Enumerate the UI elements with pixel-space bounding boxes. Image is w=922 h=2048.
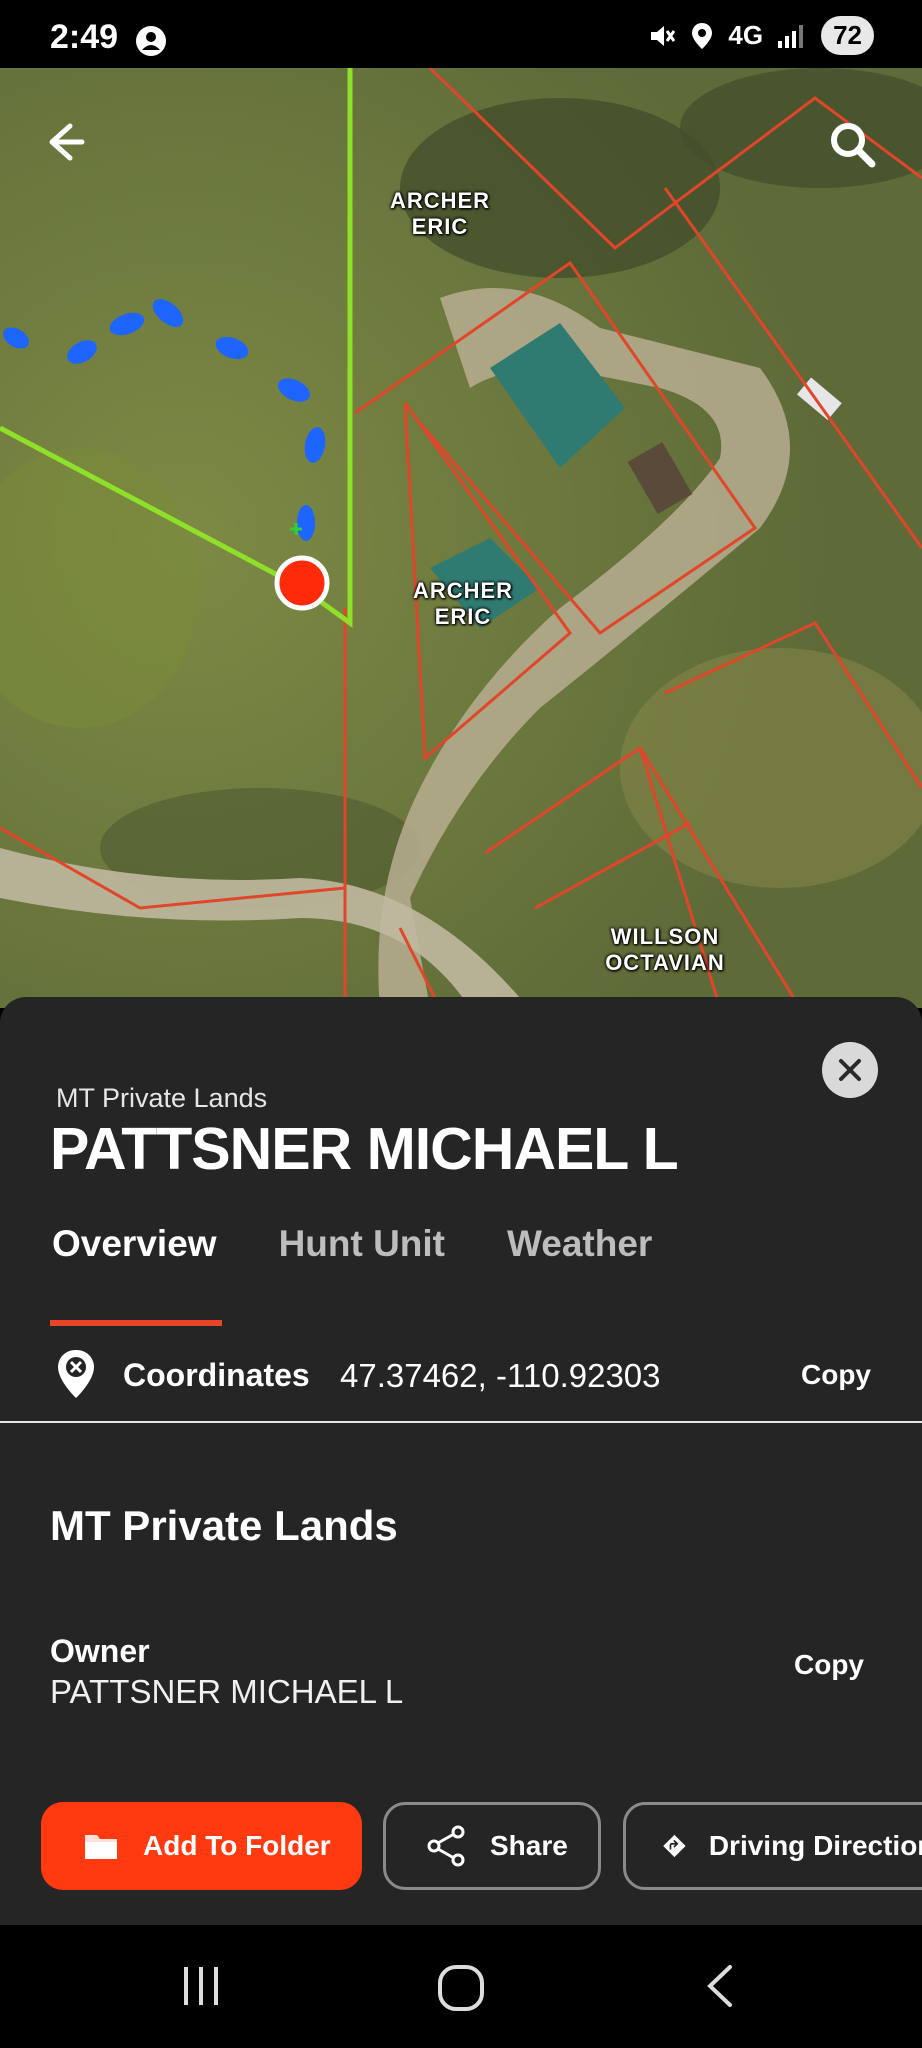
recent-apps-icon[interactable] [178,1963,224,2009]
coordinates-value: 47.37462, -110.92303 [340,1357,661,1394]
share-button[interactable]: Share [383,1802,601,1890]
active-tab-indicator [50,1320,222,1326]
status-time: 2:49 [50,18,119,56]
coordinates-row: Coordinates 47.37462, -110.92303 Copy [0,1337,922,1417]
parcel-label[interactable]: ARCHER ERIC [403,578,523,630]
close-button[interactable] [822,1042,878,1098]
driving-directions-button[interactable]: Driving Directions [623,1802,922,1890]
parcel-details-sheet: MT Private Lands PATTSNER MICHAEL L Over… [0,997,922,1925]
share-label: Share [490,1830,568,1861]
copy-coordinates-button[interactable]: Copy [801,1359,871,1391]
tab-hunt-unit[interactable]: Hunt Unit [279,1223,445,1265]
copy-owner-button[interactable]: Copy [794,1649,864,1681]
network-type: 4G [728,20,764,50]
add-to-folder-button[interactable]: Add To Folder [41,1802,362,1890]
back-icon[interactable] [700,1963,740,2009]
parcel-owner-title: PATTSNER MICHAEL L [50,1116,679,1182]
action-buttons: Add To Folder Share Driving Directions [0,1802,922,1894]
parcel-label[interactable]: ARCHER ERIC [380,188,500,240]
search-icon [831,123,876,168]
directions-icon [663,1834,686,1858]
account-circle-icon [136,26,166,56]
location-pin-icon [58,1350,94,1398]
close-icon [839,1059,861,1081]
mute-icon [651,25,676,46]
status-bar: 2:49 4G 72 [0,0,922,68]
layer-name: MT Private Lands [56,1083,268,1113]
folder-icon [85,1835,117,1859]
parcel-label[interactable]: WILLSON OCTAVIAN [595,924,735,976]
search-button[interactable] [828,120,888,180]
arrow-left-icon [49,123,85,161]
status-icons: 4G 72 [646,16,874,55]
driving-directions-label: Driving Directions [708,1830,922,1861]
battery-indicator: 72 [821,16,874,55]
map-view[interactable]: ARCHER ERIC ARCHER ERIC WILLSON OCTAVIAN [0,68,922,1008]
tab-weather[interactable]: Weather [507,1223,652,1265]
owner-value: PATTSNER MICHAEL L [50,1673,404,1710]
section-title: MT Private Lands [50,1502,398,1549]
home-icon[interactable] [436,1963,486,2013]
signal-icon [778,24,804,48]
detail-tabs: Overview Hunt Unit Weather [52,1223,652,1265]
system-nav-bar [0,1925,922,2048]
tab-overview[interactable]: Overview [52,1223,217,1265]
add-to-folder-label: Add To Folder [143,1830,331,1861]
coordinates-label: Coordinates [123,1357,310,1393]
divider [0,1421,922,1423]
back-button[interactable] [42,120,102,180]
share-icon [427,1825,465,1867]
owner-label: Owner [50,1633,150,1669]
location-icon [692,22,713,49]
